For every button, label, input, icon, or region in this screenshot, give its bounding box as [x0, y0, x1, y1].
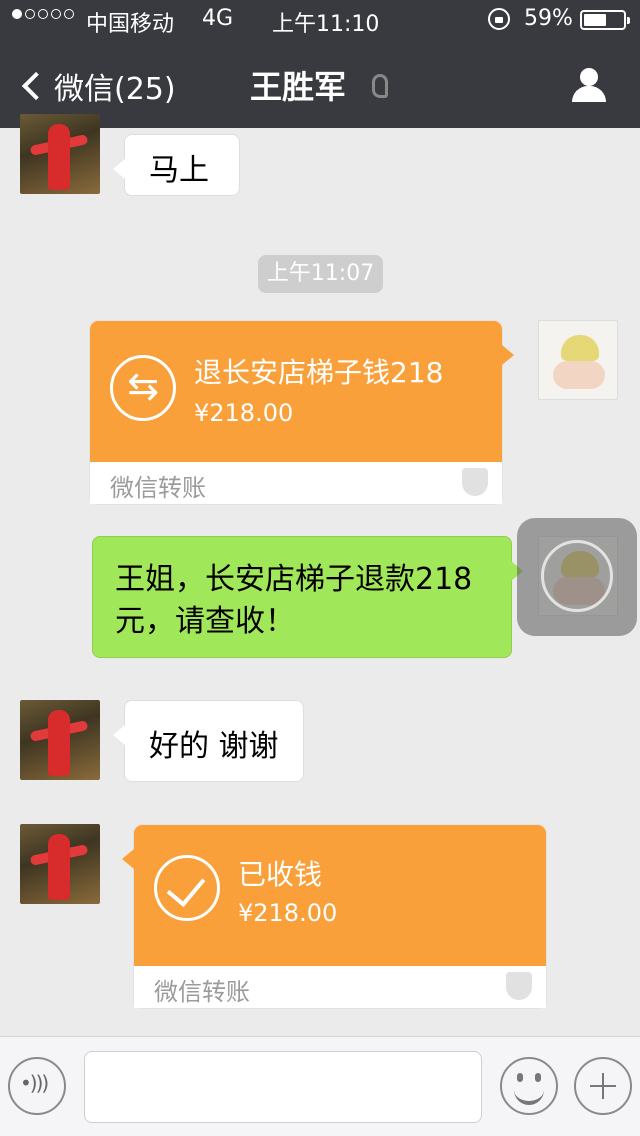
- avatar-figure: [48, 834, 70, 900]
- contact-avatar[interactable]: [20, 824, 100, 904]
- transfer-amount: ¥218.00: [238, 899, 338, 927]
- emoji-button[interactable]: [500, 1057, 558, 1115]
- chevron-left-icon: [21, 71, 51, 101]
- signal-dot: [12, 9, 22, 19]
- avatar-face: [553, 361, 605, 389]
- top-bar: 中国移动 4G 上午11:10 59% 微信(25) 王胜军: [0, 0, 640, 128]
- clock: 上午11:10: [272, 12, 380, 37]
- avatar-hat: [561, 335, 599, 361]
- transfer-label: 微信转账: [154, 978, 250, 1006]
- signal-strength: [12, 9, 74, 19]
- battery-percentage: 59%: [524, 6, 573, 31]
- message-text-line: 元，请查收！: [115, 604, 295, 639]
- wechat-pay-shield-icon: [462, 468, 488, 496]
- press-ring: [541, 540, 613, 612]
- back-button[interactable]: 微信(25): [18, 64, 176, 108]
- chat-area[interactable]: 马上 上午11:07 退长安店梯子钱218 ¥218.00 微信转账 王姐，长安…: [0, 114, 640, 1036]
- user-icon-head: [580, 68, 598, 86]
- battery-fill: [584, 14, 606, 26]
- wechat-pay-shield-icon: [506, 972, 532, 1000]
- transfer-card-footer: 微信转账: [90, 462, 502, 504]
- my-avatar[interactable]: [538, 320, 618, 400]
- transfer-card-footer: 微信转账: [134, 966, 546, 1008]
- transfer-arrows-icon: [110, 355, 176, 421]
- network-type: 4G: [202, 6, 234, 31]
- checkmark-icon: [154, 855, 220, 921]
- voice-input-button[interactable]: [8, 1057, 66, 1115]
- avatar-press-highlight: [517, 518, 637, 636]
- user-icon-body: [572, 86, 606, 102]
- signal-dot: [64, 9, 74, 19]
- signal-dot: [51, 9, 61, 19]
- battery-icon: [580, 10, 630, 30]
- status-bar: 中国移动 4G 上午11:10 59%: [0, 0, 640, 40]
- message-text-line: 王姐，长安店梯子退款218: [115, 562, 473, 597]
- signal-dot: [25, 9, 35, 19]
- earpiece-mode-icon: [372, 74, 388, 98]
- signal-dot: [38, 9, 48, 19]
- transfer-card-body: 退长安店梯子钱218 ¥218.00: [90, 321, 502, 463]
- transfer-card-body: 已收钱 ¥218.00: [134, 825, 546, 967]
- incoming-message[interactable]: 好的 谢谢: [113, 700, 304, 782]
- contact-avatar[interactable]: [20, 700, 100, 780]
- incoming-message[interactable]: 马上: [113, 134, 240, 196]
- message-input[interactable]: [84, 1051, 482, 1123]
- outgoing-message[interactable]: 王姐，长安店梯子退款218 元，请查收！: [92, 536, 523, 658]
- message-text: 好的 谢谢: [149, 729, 279, 764]
- avatar-figure: [48, 124, 70, 190]
- chat-title: 王胜军: [250, 68, 347, 106]
- transfer-title: 已收钱: [238, 858, 323, 891]
- rotation-lock-icon: [488, 8, 510, 30]
- contact-profile-button[interactable]: [570, 68, 608, 102]
- carrier-name: 中国移动: [86, 12, 175, 37]
- transfer-label: 微信转账: [110, 474, 206, 502]
- contact-avatar[interactable]: [20, 114, 100, 194]
- more-options-button[interactable]: [574, 1057, 632, 1115]
- transfer-card-incoming[interactable]: 已收钱 ¥218.00 微信转账: [122, 824, 547, 1009]
- timestamp: 上午11:07: [258, 255, 383, 293]
- message-text: 马上: [149, 153, 209, 188]
- transfer-amount: ¥218.00: [194, 399, 294, 427]
- transfer-title: 退长安店梯子钱218: [194, 356, 444, 389]
- avatar-figure: [48, 710, 70, 776]
- transfer-card-outgoing[interactable]: 退长安店梯子钱218 ¥218.00 微信转账: [89, 320, 514, 505]
- back-label: 微信(25): [54, 72, 176, 107]
- input-bar: [0, 1036, 640, 1136]
